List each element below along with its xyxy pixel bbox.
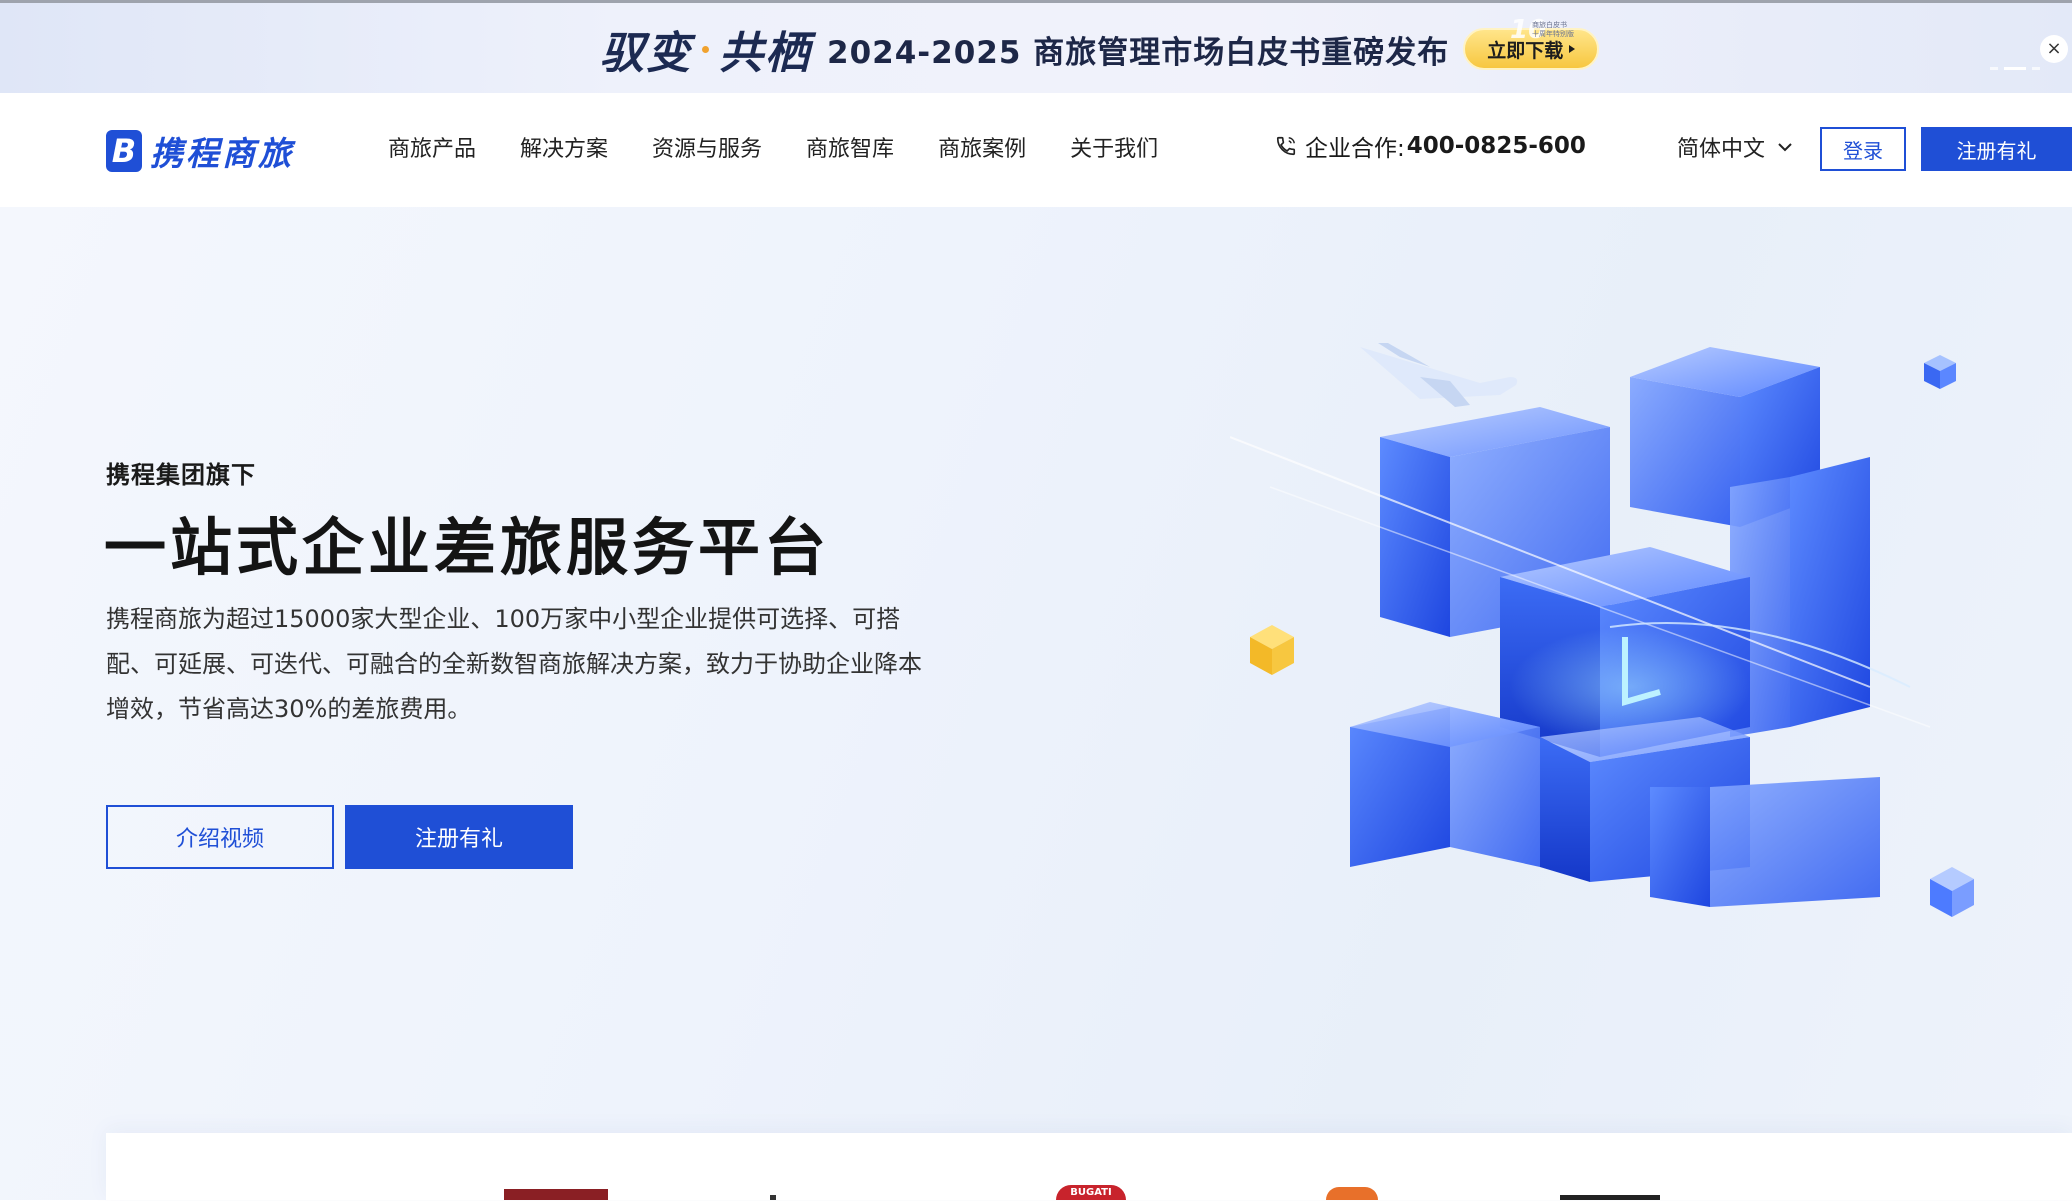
nav-item-cases[interactable]: 商旅案例 — [938, 131, 1026, 163]
nav-menu: 商旅产品 解决方案 资源与服务 商旅智库 商旅案例 关于我们 — [388, 131, 1202, 163]
language-selector[interactable]: 简体中文 — [1677, 131, 1793, 163]
partner-logo-5 — [1560, 1195, 1660, 1200]
logo-mark-icon: B — [106, 130, 142, 172]
phone-icon — [1276, 136, 1296, 156]
hero-register-button[interactable]: 注册有礼 — [345, 805, 573, 869]
yellow-cube-icon — [1250, 625, 1294, 675]
partner-logo-1 — [504, 1189, 608, 1200]
phone-label: 企业合作: — [1305, 136, 1405, 162]
partner-logo-strip: BUGATI — [106, 1133, 2072, 1200]
top-navigation: B 携程商旅 商旅产品 解决方案 资源与服务 商旅智库 商旅案例 关于我们 企业… — [0, 93, 2072, 207]
hero-section: 携程集团旗下 一站式企业差旅服务平台 携程商旅为超过15000家大型企业、100… — [0, 207, 2072, 1200]
phone-number: 400-0825-600 — [1406, 133, 1586, 159]
banner-slogan-left: 驭变 — [600, 28, 692, 79]
badge-caption: 商旅白皮书 十周年特别版 — [1532, 21, 1574, 39]
banner-dot[interactable] — [2032, 67, 2040, 70]
banner-content: 驭变 共栖 2024-2025 商旅管理市场白皮书重磅发布 立即下载 — [600, 21, 1600, 79]
banner-dot-active[interactable] — [2004, 67, 2026, 70]
badge-line1: 商旅白皮书 — [1532, 21, 1567, 29]
partner-logo-2 — [770, 1195, 776, 1200]
nav-item-solutions[interactable]: 解决方案 — [520, 131, 608, 163]
nav-item-products[interactable]: 商旅产品 — [388, 131, 476, 163]
nav-item-about[interactable]: 关于我们 — [1070, 131, 1158, 163]
business-phone[interactable]: 企业合作: 400-0825-600 — [1275, 129, 1586, 163]
slogan-dot — [702, 45, 709, 53]
banner-slogan: 驭变 共栖 — [600, 17, 811, 81]
hero-illustration — [1230, 343, 1974, 917]
cube-cluster — [1230, 347, 1931, 907]
banner-headline: 2024-2025 商旅管理市场白皮书重磅发布 — [827, 34, 1450, 71]
partner-logo-3: BUGATI — [1056, 1185, 1126, 1200]
chevron-down-icon — [1778, 143, 1792, 152]
badge-line2: 十周年特别版 — [1532, 30, 1574, 38]
nav-item-resources[interactable]: 资源与服务 — [652, 131, 762, 163]
banner-pagination[interactable] — [1990, 67, 2040, 70]
airplane-icon — [1360, 343, 1518, 407]
close-icon[interactable]: × — [2040, 35, 2068, 63]
hero-description: 携程商旅为超过15000家大型企业、100万家中小型企业提供可选择、可搭配、可延… — [106, 605, 922, 723]
register-button[interactable]: 注册有礼 — [1921, 127, 2072, 171]
partner-logo-4 — [1326, 1187, 1378, 1200]
login-button[interactable]: 登录 — [1820, 127, 1906, 171]
brand-name: 携程商旅 — [150, 134, 294, 173]
intro-video-button[interactable]: 介绍视频 — [106, 805, 334, 869]
banner-slogan-right: 共栖 — [719, 28, 811, 79]
promo-banner[interactable]: 驭变 共栖 2024-2025 商旅管理市场白皮书重磅发布 立即下载 10 商旅… — [0, 0, 2072, 93]
brand-logo[interactable]: B 携程商旅 — [106, 127, 294, 175]
corner-blue-cube-icon — [1930, 867, 1974, 917]
hero-title: 一站式企业差旅服务平台 — [104, 511, 831, 584]
banner-dot[interactable] — [1990, 67, 1998, 70]
language-label: 简体中文 — [1677, 137, 1766, 162]
small-blue-cube-icon — [1924, 355, 1956, 389]
anniversary-badge: 10 商旅白皮书 十周年特别版 — [1510, 15, 1580, 45]
hero-kicker: 携程集团旗下 — [106, 461, 256, 489]
play-arrow-icon — [1569, 45, 1576, 53]
nav-item-think-tank[interactable]: 商旅智库 — [806, 131, 894, 163]
